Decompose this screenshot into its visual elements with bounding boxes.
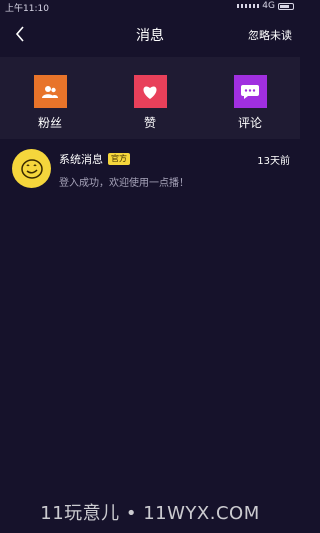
nav-bar: 消息 忽略未读: [0, 18, 300, 50]
ignore-unread-button[interactable]: 忽略未读: [248, 27, 292, 43]
status-time: 上午11:10: [5, 4, 49, 14]
status-indicators: 4G: [237, 1, 294, 11]
category-label: 粉丝: [37, 116, 62, 130]
watermark: 11玩意儿 • 11WYX.COM: [40, 503, 260, 524]
message-time: 13天前: [257, 156, 290, 167]
list-item[interactable]: 系统消息 官方 13天前 登入成功，欢迎使用一点播！: [0, 143, 300, 199]
heart-icon: [133, 75, 167, 108]
smiley-icon: [20, 158, 43, 179]
category-likes[interactable]: 赞: [120, 75, 180, 131]
avatar: [12, 149, 51, 188]
status-bar: 上午11:10 4G: [0, 0, 300, 14]
message-title-row: 系统消息 官方: [59, 151, 130, 167]
message-title: 系统消息: [59, 153, 103, 166]
comment-icon: [233, 75, 267, 108]
category-label: 赞: [143, 116, 156, 130]
signal-icon: [237, 4, 260, 8]
category-fans[interactable]: 粉丝: [20, 75, 80, 131]
battery-icon: [278, 2, 294, 10]
category-panel: 粉丝 赞 评论: [0, 57, 300, 139]
network-label: 4G: [262, 1, 275, 11]
category-label: 评论: [237, 116, 262, 130]
fans-icon: [33, 75, 67, 108]
category-comments[interactable]: 评论: [220, 75, 280, 131]
official-badge: 官方: [108, 153, 130, 165]
message-preview: 登入成功，欢迎使用一点播！: [59, 178, 189, 189]
